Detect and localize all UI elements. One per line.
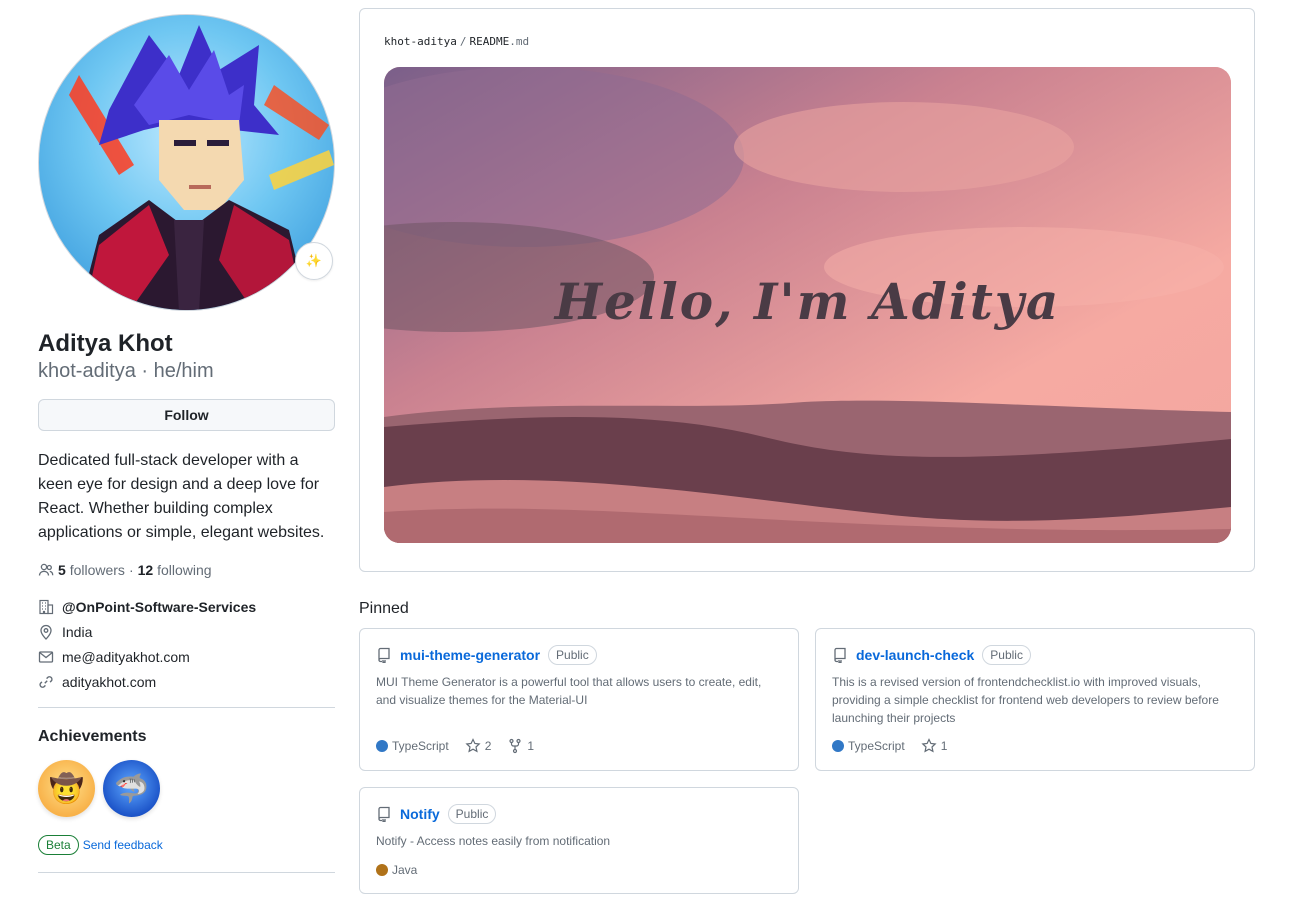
pinned-repo-card: dev-launch-check Public This is a revise… (815, 628, 1255, 771)
detail-location: India (38, 619, 335, 644)
repo-icon (376, 806, 392, 822)
following-link[interactable]: 12 following (138, 562, 212, 578)
language-name: TypeScript (848, 739, 905, 753)
repo-language: TypeScript (376, 739, 449, 753)
readme-path-separator: / (459, 35, 467, 48)
pinned-repo-card: mui-theme-generator Public MUI Theme Gen… (359, 628, 799, 771)
repo-forks-link[interactable]: 1 (507, 738, 534, 754)
language-color-dot (376, 864, 388, 876)
repo-visibility-badge: Public (982, 645, 1031, 665)
repo-visibility-badge: Public (548, 645, 597, 665)
repo-header: Notify Public (376, 804, 782, 824)
repo-header: mui-theme-generator Public (376, 645, 782, 665)
people-icon (38, 562, 54, 578)
organization-icon (38, 599, 54, 615)
star-count: 1 (940, 739, 948, 753)
profile-login: khot-aditya · he/him (38, 360, 214, 382)
website-text: adityakhot.com (62, 673, 157, 690)
achievements-title[interactable]: Achievements (38, 728, 335, 746)
mail-icon (38, 649, 54, 665)
repo-description: This is a revised version of frontendche… (832, 675, 1219, 725)
location-icon (38, 624, 54, 640)
organization-text: @OnPoint-Software-Services (62, 598, 257, 615)
repo-description: MUI Theme Generator is a powerful tool t… (376, 675, 762, 707)
followers-link[interactable]: 5 followers (58, 562, 125, 578)
fork-count: 1 (527, 739, 535, 753)
detail-website[interactable]: adityakhot.com (38, 669, 335, 694)
readme-file-name: README (469, 35, 510, 48)
achievement-shark-badge[interactable]: 🦈 (103, 760, 160, 817)
detail-organization[interactable]: @OnPoint-Software-Services (38, 594, 335, 619)
repo-header: dev-launch-check Public (832, 645, 1238, 665)
repo-meta: Java (376, 863, 417, 877)
repo-stars-link[interactable]: 1 (921, 738, 948, 754)
repo-language: TypeScript (832, 739, 905, 753)
star-icon (465, 738, 481, 754)
following-label: following (157, 562, 212, 578)
repo-meta: TypeScript 2 1 (376, 738, 534, 754)
achievement-yolo-badge[interactable]: 🤠 (38, 760, 95, 817)
beta-feedback: Beta Send feedback (38, 835, 335, 855)
followers-label: followers (69, 562, 125, 578)
pinned-repo-card: Notify Public Notify - Access notes easi… (359, 787, 799, 894)
send-feedback-link[interactable]: Send feedback (83, 838, 163, 852)
email-text: me@adityakhot.com (62, 648, 190, 665)
repo-language: Java (376, 863, 417, 877)
readme-card: khot-aditya / README.md Hello, I'm Adity… (359, 8, 1255, 572)
sidebar-divider-bottom (38, 872, 335, 873)
repo-name-link[interactable]: mui-theme-generator (400, 647, 540, 663)
follow-stats: 5 followers · 12 following (38, 562, 335, 578)
repo-icon (376, 647, 392, 663)
sparkles-icon: ✨ (305, 253, 323, 268)
following-count: 12 (137, 562, 154, 578)
language-name: TypeScript (392, 739, 449, 753)
avatar[interactable] (38, 14, 335, 311)
beta-label: Beta (38, 835, 79, 855)
repo-name-link[interactable]: Notify (400, 806, 440, 822)
profile-sidebar: ✨ Aditya Khot khot-aditya · he/him Follo… (38, 14, 335, 873)
language-name: Java (392, 863, 418, 877)
repo-icon (832, 647, 848, 663)
achievement-badges: 🤠 🦈 (38, 760, 335, 817)
star-icon (921, 738, 937, 754)
follow-button[interactable]: Follow (38, 399, 335, 431)
avatar-illustration (69, 25, 334, 310)
shark-icon: 🦈 (114, 773, 149, 804)
repo-name-link[interactable]: dev-launch-check (856, 647, 974, 663)
avatar-container: ✨ (38, 14, 335, 311)
detail-email[interactable]: me@adityakhot.com (38, 644, 335, 669)
link-icon (38, 674, 54, 690)
readme-owner-link[interactable]: khot-aditya (384, 35, 457, 48)
repo-description: Notify - Access notes easily from notifi… (376, 834, 611, 848)
fork-icon (507, 738, 523, 754)
readme-banner: Hello, I'm Aditya (384, 67, 1231, 543)
star-count: 2 (484, 739, 492, 753)
profile-name: Aditya Khot (38, 330, 173, 357)
readme-path: khot-aditya / README.md (384, 35, 529, 48)
location-text: India (62, 623, 93, 640)
pinned-title: Pinned (359, 600, 409, 617)
cowboy-face-icon: 🤠 (49, 773, 84, 804)
profile-details: @OnPoint-Software-Services India me@adit… (38, 594, 335, 694)
readme-file-ext: .md (509, 35, 530, 48)
language-color-dot (832, 740, 844, 752)
banner-greeting: Hello, I'm Aditya (554, 272, 1061, 331)
repo-stars-link[interactable]: 2 (465, 738, 492, 754)
repo-visibility-badge: Public (447, 804, 497, 824)
profile-bio: Dedicated full-stack developer with a ke… (38, 452, 325, 541)
followers-count: 5 (58, 562, 66, 578)
language-color-dot (376, 740, 388, 752)
status-emoji-button[interactable]: ✨ (295, 242, 333, 280)
repo-meta: TypeScript 1 (832, 738, 947, 754)
sidebar-divider (38, 707, 335, 708)
follow-separator: · (128, 562, 134, 578)
